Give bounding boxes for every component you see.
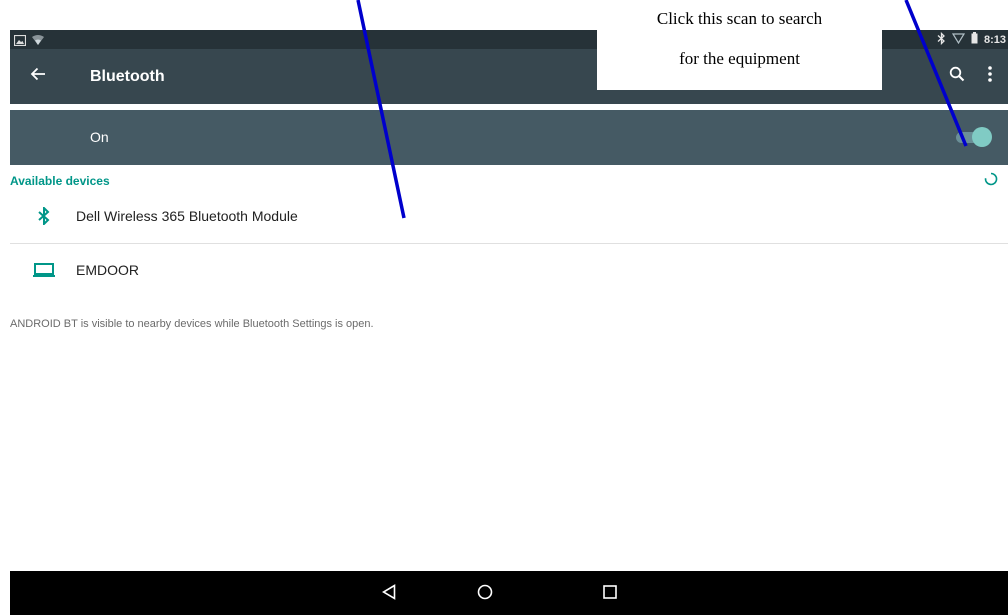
status-right-icons: 8:13: [937, 30, 1006, 49]
device-item-dell[interactable]: Dell Wireless 365 Bluetooth Module: [10, 190, 1008, 242]
annotation-line-2: for the equipment: [679, 49, 800, 68]
device-label: Dell Wireless 365 Bluetooth Module: [76, 208, 298, 224]
home-circle-icon: [477, 584, 493, 605]
more-vert-icon: [988, 65, 992, 87]
signal-icon: [951, 32, 966, 47]
nav-home-button[interactable]: [473, 582, 497, 606]
back-arrow-icon: [30, 67, 46, 86]
scanning-progress-icon: [984, 172, 998, 186]
laptop-icon: [32, 259, 56, 281]
nav-back-button[interactable]: [377, 582, 401, 606]
more-options-button[interactable]: [980, 63, 1000, 89]
device-label: EMDOOR: [76, 262, 139, 278]
bluetooth-status-icon: [937, 31, 946, 48]
page-title: Bluetooth: [90, 68, 165, 85]
nav-recents-button[interactable]: [598, 582, 622, 606]
toggle-thumb: [972, 127, 992, 147]
back-triangle-icon: [381, 583, 396, 605]
visibility-note: ANDROID BT is visible to nearby devices …: [10, 318, 374, 330]
device-item-emdoor[interactable]: EMDOOR: [10, 244, 1008, 296]
annotation-line-1: Click this scan to search: [656, 9, 823, 28]
available-devices-header: Available devices: [10, 174, 110, 188]
bluetooth-switch-bar[interactable]: On: [10, 110, 1008, 165]
bluetooth-icon: [32, 205, 56, 227]
search-button[interactable]: [944, 63, 970, 89]
battery-icon: [971, 32, 978, 47]
navigation-bar: [10, 571, 1008, 615]
annotation-callout: Click this scan to search for the equipm…: [597, 0, 882, 90]
back-button[interactable]: [24, 62, 52, 90]
switch-label: On: [90, 129, 109, 145]
recents-square-icon: [603, 584, 617, 604]
search-icon: [949, 66, 965, 87]
bluetooth-toggle[interactable]: [952, 126, 992, 148]
status-time: 8:13: [983, 33, 1006, 46]
